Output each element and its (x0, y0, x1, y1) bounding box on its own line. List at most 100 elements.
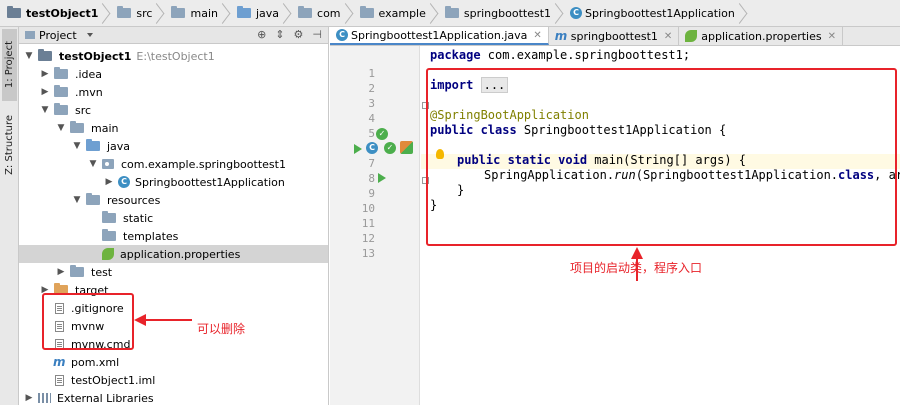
tree-row-idea[interactable]: ▶ .idea (19, 65, 328, 83)
tree-row-resources[interactable]: ▼ resources (19, 191, 328, 209)
breadcrumb-item-springboottest1[interactable]: springboottest1 (442, 0, 553, 26)
chevron-right-icon[interactable]: ▶ (39, 69, 51, 79)
spring-bean-icon[interactable]: ✓ (376, 128, 388, 140)
breadcrumb-item-project[interactable]: testObject1 (4, 0, 100, 26)
tab-application-properties[interactable]: application.properties ✕ (679, 27, 843, 45)
tab-label: application.properties (701, 29, 822, 43)
line-number: 1 (368, 67, 375, 80)
breadcrumb-item-com[interactable]: com (295, 0, 343, 26)
tree-row-main[interactable]: ▼ main (19, 119, 328, 137)
entry-class-highlight (426, 68, 897, 246)
tree-row-test[interactable]: ▶ test (19, 263, 328, 281)
tree-row-java[interactable]: ▼ java (19, 137, 328, 155)
gear-icon[interactable]: ⚙ (294, 28, 304, 41)
line-number: 7 (368, 157, 375, 170)
class-icon: C (118, 176, 130, 188)
folder-icon (86, 139, 100, 151)
breadcrumb-item-example[interactable]: example (357, 0, 428, 26)
spring-bean-icon[interactable]: ✓ (384, 142, 396, 154)
tree-row-external-libraries[interactable]: ▶ External Libraries (19, 389, 328, 405)
line-number: 13 (361, 247, 375, 260)
class-icon: C (570, 7, 583, 19)
line-number: 12 (361, 232, 375, 245)
chevron-down-icon[interactable]: ▼ (39, 105, 51, 115)
tree-row-package[interactable]: ▼ com.example.springboottest1 (19, 155, 328, 173)
tree-item-label: testObject1 (59, 49, 132, 63)
spring-leaf-icon (685, 30, 698, 42)
collapse-all-icon[interactable]: ⇕ (275, 28, 284, 41)
structure-tool-tab[interactable]: Z: Structure (2, 107, 17, 183)
line-number: 11 (361, 217, 375, 230)
panel-header-actions: ⊕ ⇕ ⚙ ⊣ (257, 28, 322, 41)
chevron-right-icon[interactable]: ▶ (39, 87, 51, 97)
hide-panel-icon[interactable]: ⊣ (312, 28, 322, 41)
tree-item-label: resources (107, 193, 161, 207)
tree-row-iml[interactable]: testObject1.iml (19, 371, 328, 389)
tree-row-application-class[interactable]: ▶ C Springboottest1Application (19, 173, 328, 191)
breadcrumb-item-java[interactable]: java (234, 0, 281, 26)
project-tool-tab-label: 1: Project (4, 41, 15, 89)
code-line-1: package com.example.springboottest1; (430, 48, 690, 63)
run-icon[interactable] (354, 144, 362, 154)
spring-leaf-icon (102, 248, 114, 260)
folder-icon (54, 67, 68, 79)
chevron-down-icon[interactable]: ▼ (55, 123, 67, 133)
chevron-right-icon[interactable]: ▶ (55, 267, 67, 277)
class-icon[interactable]: C (366, 142, 378, 154)
breadcrumb-separator (222, 0, 232, 26)
breadcrumb-separator (102, 0, 112, 26)
tool-window-strip: 1: Project Z: Structure (0, 27, 19, 405)
locate-icon[interactable]: ⊕ (257, 28, 266, 41)
project-tool-tab[interactable]: 1: Project (2, 29, 17, 101)
tree-item-label: test (91, 265, 113, 279)
breadcrumb-item-main[interactable]: main (168, 0, 219, 26)
breadcrumb-label: example (378, 6, 426, 20)
folder-icon (38, 49, 52, 61)
tree-row-project-root[interactable]: ▼ testObject1 E:\testObject1 (19, 47, 328, 65)
tree-item-label: templates (123, 229, 179, 243)
tree-item-label: .idea (75, 67, 103, 81)
line-number: 3 (368, 97, 375, 110)
run-icon[interactable] (378, 173, 386, 183)
file-icon (55, 374, 64, 386)
breadcrumb-label: springboottest1 (463, 6, 552, 20)
close-icon[interactable]: ✕ (533, 30, 541, 41)
chevron-down-icon[interactable]: ▼ (87, 159, 99, 169)
chevron-down-icon[interactable]: ▼ (71, 141, 83, 151)
breadcrumb-separator (430, 0, 440, 26)
chevron-down-icon[interactable]: ▼ (23, 51, 35, 61)
spring-config-icon[interactable] (400, 141, 413, 154)
tree-row-application-properties[interactable]: application.properties (19, 245, 328, 263)
tree-row-src[interactable]: ▼ src (19, 101, 328, 119)
line-number: 9 (368, 187, 375, 200)
folder-icon (102, 211, 116, 223)
class-icon: C (336, 29, 348, 41)
project-panel-title[interactable]: Project (39, 29, 77, 42)
code-token: com.example.springboottest1; (480, 48, 691, 62)
chevron-down-icon[interactable]: ▼ (71, 195, 83, 205)
breadcrumb-label: testObject1 (26, 6, 99, 20)
line-number: 8 (368, 172, 375, 185)
tab-application-java[interactable]: C Springboottest1Application.java ✕ (330, 27, 549, 45)
close-icon[interactable]: ✕ (664, 31, 672, 42)
folder-icon (171, 6, 186, 18)
line-number: 4 (368, 112, 375, 125)
tree-item-label: Springboottest1Application (135, 175, 285, 189)
folder-icon (236, 6, 251, 18)
project-view-icon (25, 31, 35, 39)
chevron-right-icon[interactable]: ▶ (23, 393, 35, 403)
tree-row-pom[interactable]: m pom.xml (19, 353, 328, 371)
tree-row-templates[interactable]: templates (19, 227, 328, 245)
tab-springboottest1[interactable]: m springboottest1 ✕ (549, 27, 680, 45)
breadcrumb-item-application-class[interactable]: C Springboottest1Application (567, 0, 737, 26)
tree-row-static[interactable]: static (19, 209, 328, 227)
tree-item-label: java (107, 139, 131, 153)
chevron-down-icon[interactable] (86, 33, 93, 37)
navigation-breadcrumb: testObject1 src main java com example sp… (0, 0, 900, 27)
tree-row-mvn[interactable]: ▶ .mvn (19, 83, 328, 101)
tree-item-label: External Libraries (57, 391, 154, 405)
tab-label: Springboottest1Application.java (351, 28, 528, 42)
chevron-right-icon[interactable]: ▶ (103, 177, 115, 187)
close-icon[interactable]: ✕ (828, 31, 836, 42)
folder-icon (70, 121, 84, 133)
